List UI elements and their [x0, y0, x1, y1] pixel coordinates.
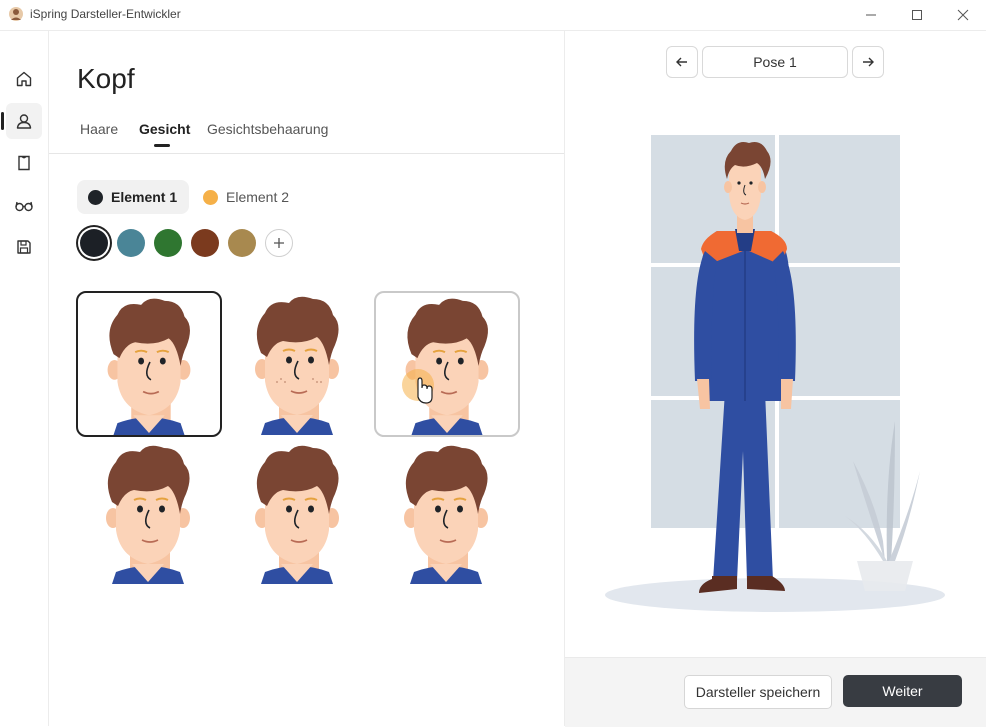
title-bar: iSpring Darsteller-Entwickler [0, 0, 986, 31]
home-icon [16, 71, 32, 87]
face-option-5[interactable] [225, 440, 369, 584]
tab-hair[interactable]: Haare [80, 121, 118, 137]
arrow-left-icon [676, 57, 687, 67]
next-button[interactable]: Weiter [843, 675, 962, 707]
save-character-button[interactable]: Darsteller speichern [684, 675, 832, 709]
user-icon [16, 114, 32, 129]
element-2-label: Element 2 [226, 189, 290, 205]
preview-panel: Pose 1 Darsteller speichern Weiter [565, 31, 986, 727]
face-option-2[interactable] [225, 291, 369, 435]
element-1-label: Element 1 [111, 189, 178, 205]
element-1-button[interactable]: Element 1 [77, 180, 190, 214]
face-3-image [402, 293, 518, 435]
editor-panel: Kopf Haare Gesicht Gesichtsbehaarung Ele… [49, 31, 564, 726]
face-option-3[interactable] [374, 291, 520, 437]
face-5-image [225, 440, 369, 584]
sidebar-item-clothing[interactable] [6, 145, 42, 181]
save-icon [17, 240, 31, 254]
page-title: Kopf [77, 63, 135, 94]
close-icon [957, 9, 969, 21]
pose-selector[interactable]: Pose 1 [702, 46, 848, 78]
pose-label: Pose 1 [753, 54, 797, 70]
active-tab-underline [154, 144, 170, 147]
color-swatch-green[interactable] [154, 229, 182, 257]
face-option-1[interactable] [76, 291, 222, 437]
color-swatch-black[interactable] [80, 229, 108, 257]
face-4-image [76, 440, 220, 584]
clothing-icon [18, 155, 30, 171]
footer-bar: Darsteller speichern Weiter [565, 657, 986, 727]
minimize-button[interactable] [848, 0, 894, 30]
face-1-image [78, 293, 220, 435]
maximize-icon [912, 10, 922, 20]
face-option-4[interactable] [76, 440, 220, 584]
element-1-color-dot [88, 189, 103, 205]
sidebar-item-accessories[interactable] [6, 187, 42, 223]
face-2-image [225, 291, 369, 435]
close-button[interactable] [940, 0, 986, 30]
sidebar-item-save[interactable] [6, 229, 42, 265]
glasses-icon [15, 201, 33, 212]
tab-face[interactable]: Gesicht [139, 121, 190, 137]
prev-pose-button[interactable] [666, 46, 698, 78]
tabs-divider [49, 153, 564, 154]
color-swatch-brown[interactable] [191, 229, 219, 257]
active-indicator [1, 112, 4, 130]
face-6-image [374, 440, 518, 584]
plus-icon [274, 238, 284, 248]
minimize-icon [866, 14, 876, 16]
app-logo-icon [9, 7, 23, 21]
add-color-button[interactable] [265, 229, 293, 257]
arrow-right-icon [863, 57, 874, 67]
color-swatch-tan[interactable] [228, 229, 256, 257]
element-2-color-dot [203, 189, 218, 205]
character-preview [605, 135, 945, 612]
sidebar-item-character[interactable] [1, 103, 42, 139]
maximize-button[interactable] [894, 0, 940, 30]
next-pose-button[interactable] [852, 46, 884, 78]
sidebar [0, 31, 49, 726]
sidebar-item-home[interactable] [6, 61, 42, 97]
window-title: iSpring Darsteller-Entwickler [30, 7, 181, 21]
face-option-6[interactable] [374, 440, 518, 584]
tab-facial-hair[interactable]: Gesichtsbehaarung [207, 121, 328, 137]
color-swatch-teal[interactable] [117, 229, 145, 257]
element-2-button[interactable]: Element 2 [192, 180, 301, 214]
